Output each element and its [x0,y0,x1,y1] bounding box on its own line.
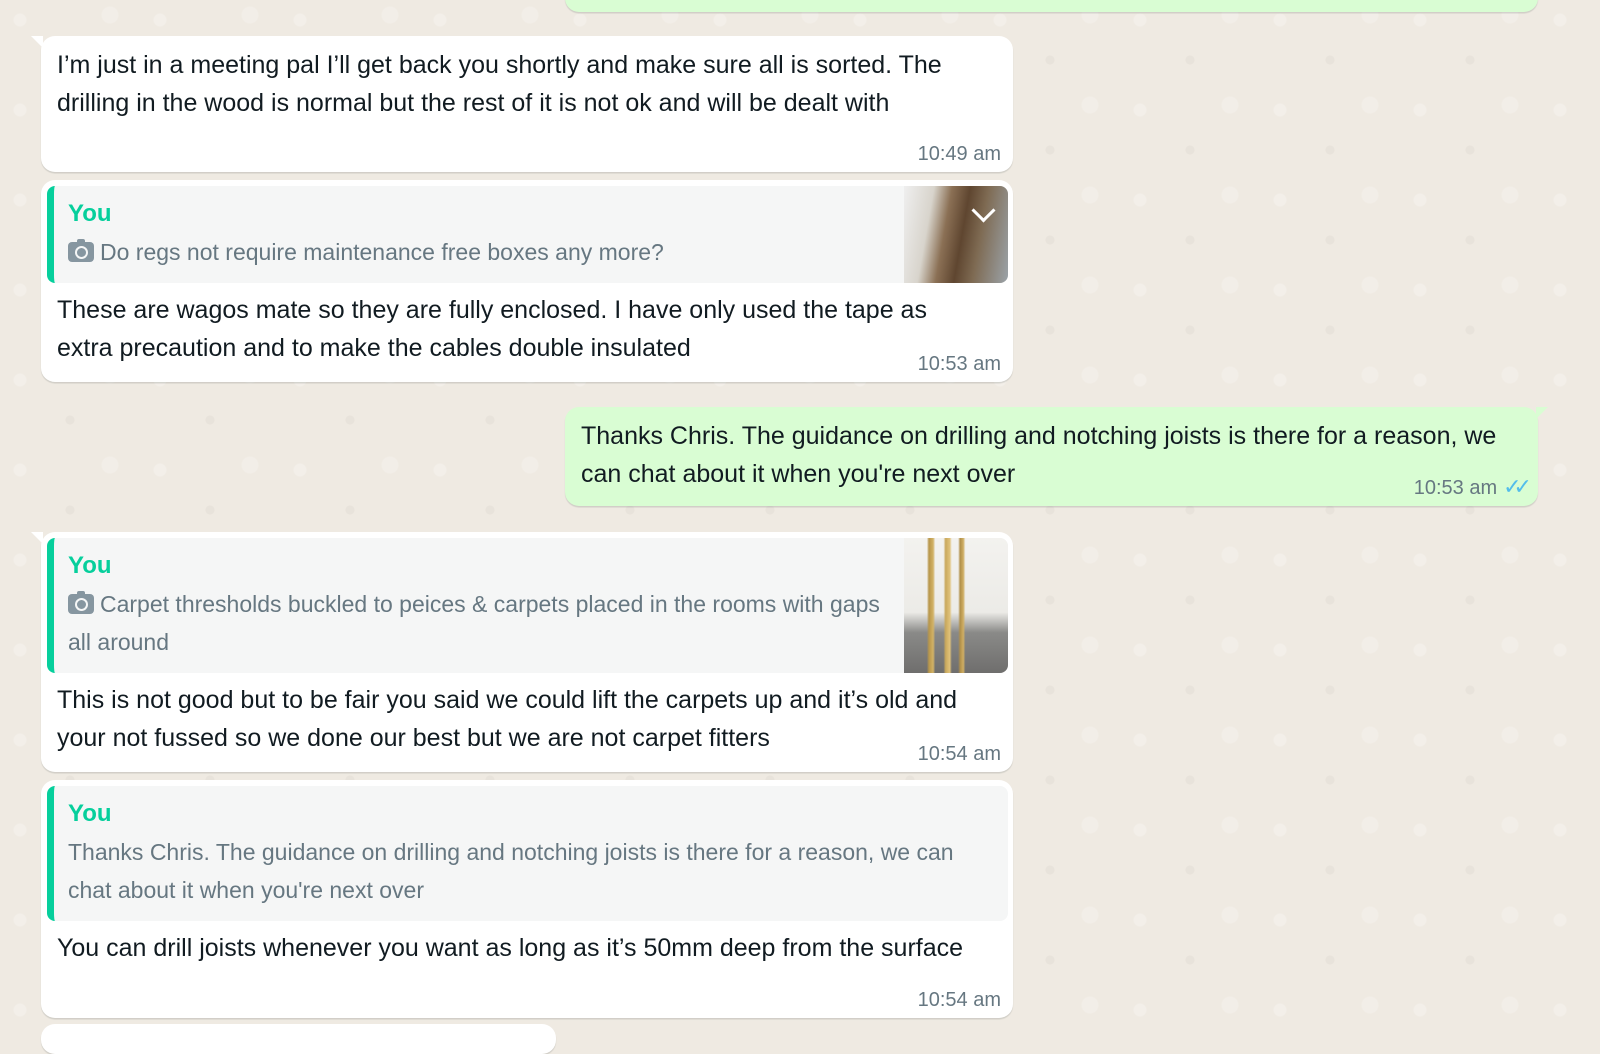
quote-author: You [68,800,112,827]
quote-text-row: Carpet thresholds buckled to peices & ca… [68,585,888,661]
quote-text: Do regs not require maintenance free box… [100,239,664,265]
quote-text: Carpet thresholds buckled to peices & ca… [68,591,880,655]
message-bubble-reply[interactable]: You Thanks Chris. The guidance on drilli… [41,780,1013,1018]
message-bubble-partial[interactable] [565,0,1538,12]
camera-icon [68,239,94,262]
quote-thumbnail-image[interactable] [904,186,1008,283]
quoted-message[interactable]: You Do regs not require maintenance free… [47,186,1008,283]
camera-icon [68,591,94,614]
message-text: These are wagos mate so they are fully e… [57,296,927,362]
message-bubble-partial[interactable] [41,1024,556,1054]
quote-text-row: Do regs not require maintenance free box… [68,233,888,271]
quoted-message[interactable]: You Carpet thresholds buckled to peices … [47,538,1008,673]
quote-text: Thanks Chris. The guidance on drilling a… [68,839,954,903]
quote-author: You [68,552,112,579]
double-check-icon: ✓✓ [1503,474,1532,499]
message-text: You can drill joists whenever you want a… [57,934,964,962]
message-time: 10:54 am [917,743,1001,765]
message-time: 10:53 am [1413,477,1498,499]
message-time-row: 10:53 am ✓✓ [1413,474,1532,500]
message-text: Thanks Chris. The guidance on drilling a… [581,422,1497,488]
message-bubble-reply[interactable]: You Do regs not require maintenance free… [41,180,1013,382]
message-time: 10:54 am [917,989,1001,1011]
message-text: I’m just in a meeting pal I’ll get back … [57,51,942,117]
message-bubble-reply[interactable]: You Carpet thresholds buckled to peices … [31,532,1013,772]
message-text: This is not good but to be fair you said… [57,686,958,752]
message-time: 10:53 am [917,353,1001,375]
quote-author: You [68,200,112,227]
message-bubble-outgoing[interactable]: Thanks Chris. The guidance on drilling a… [565,407,1548,506]
quote-thumbnail-image[interactable] [904,538,1008,673]
message-bubble-incoming[interactable]: I’m just in a meeting pal I’ll get back … [31,36,1013,172]
message-time: 10:49 am [917,143,1001,165]
quoted-message[interactable]: You Thanks Chris. The guidance on drilli… [47,786,1008,921]
